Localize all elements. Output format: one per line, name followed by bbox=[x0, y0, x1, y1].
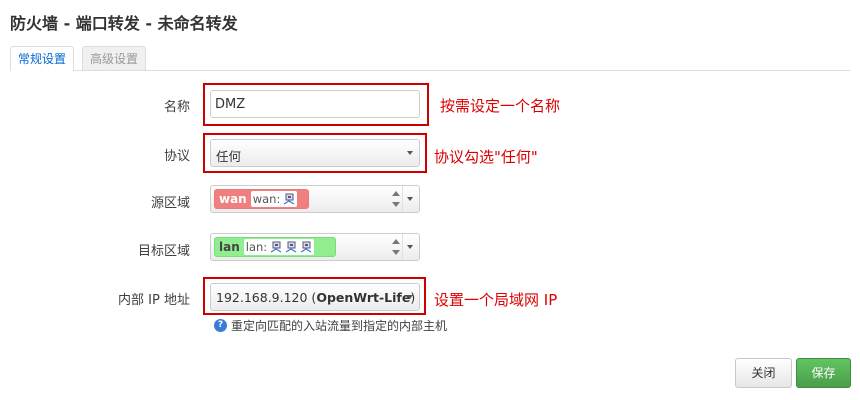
network-interface-icon bbox=[300, 241, 312, 253]
chevron-up-icon bbox=[392, 239, 400, 244]
tab-advanced-settings[interactable]: 高级设置 bbox=[82, 46, 147, 70]
annotation-ip: 设置一个局域网 IP bbox=[434, 291, 558, 309]
scroll-spinner[interactable] bbox=[391, 189, 401, 209]
hint-text: 重定向匹配的入站流量到指定的内部主机 bbox=[231, 319, 448, 333]
annotation-protocol: 协议勾选"任何" bbox=[434, 148, 538, 166]
dest-zone-label: 目标区域 bbox=[137, 244, 190, 259]
src-zone-select[interactable]: wan wan: bbox=[210, 185, 420, 213]
annotation-name: 按需设定一个名称 bbox=[440, 97, 561, 115]
close-button[interactable]: 关闭 bbox=[735, 358, 792, 388]
network-interface-icon bbox=[283, 193, 295, 205]
network-interface-icon bbox=[270, 241, 282, 253]
chevron-down-icon bbox=[407, 197, 413, 201]
zone-badge-lan: lan lan: bbox=[214, 237, 336, 257]
annotation-box-protocol bbox=[203, 133, 427, 173]
zone-name: wan bbox=[219, 192, 247, 206]
dest-zone-select[interactable]: lan lan: bbox=[210, 233, 420, 261]
zone-networks: lan: bbox=[245, 240, 268, 254]
scroll-spinner[interactable] bbox=[391, 237, 401, 257]
chevron-down-icon bbox=[392, 202, 400, 207]
chevron-down-icon bbox=[407, 245, 413, 249]
protocol-label: 协议 bbox=[163, 149, 190, 164]
page-title: 防火墙 - 端口转发 - 未命名转发 bbox=[10, 14, 238, 33]
tab-general-settings[interactable]: 常规设置 bbox=[10, 46, 75, 71]
chevron-up-icon bbox=[392, 191, 400, 196]
zone-name: lan bbox=[219, 240, 240, 254]
internal-ip-label: 内部 IP 地址 bbox=[118, 293, 190, 308]
save-button[interactable]: 保存 bbox=[796, 358, 851, 388]
zone-badge-wan: wan wan: bbox=[214, 189, 309, 209]
internal-ip-hint: ? 重定向匹配的入站流量到指定的内部主机 bbox=[214, 317, 447, 334]
zone-networks: wan: bbox=[252, 192, 281, 206]
name-label: 名称 bbox=[163, 100, 190, 115]
annotation-box-ip bbox=[203, 277, 426, 315]
chevron-down-icon bbox=[392, 250, 400, 255]
network-interface-icon bbox=[285, 241, 297, 253]
src-zone-label: 源区域 bbox=[150, 196, 190, 211]
help-circle-icon: ? bbox=[214, 319, 227, 332]
tab-bar: 常规设置 高级设置 bbox=[10, 46, 850, 71]
annotation-box-name bbox=[203, 83, 429, 126]
